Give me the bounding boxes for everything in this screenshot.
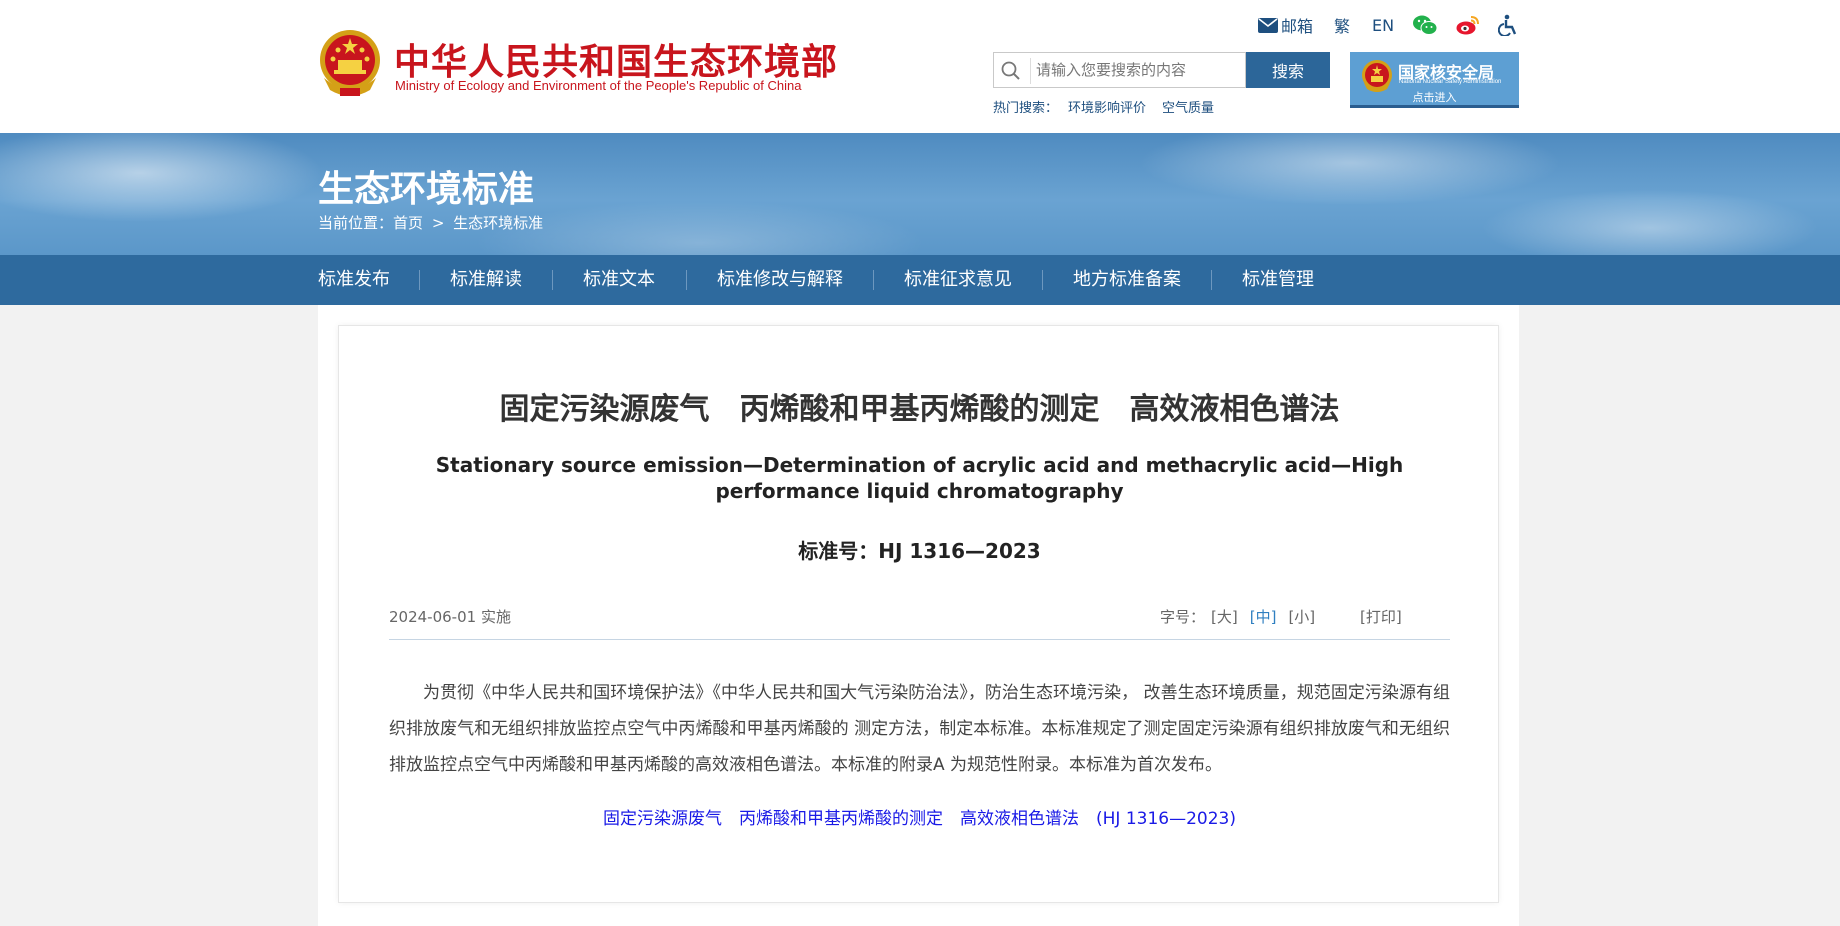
- font-size-medium-link[interactable]: [中]: [1250, 608, 1277, 626]
- nav-item-standard-management[interactable]: 标准管理: [1242, 255, 1314, 305]
- nav-separator: [552, 270, 553, 290]
- nnsa-emblem-icon: [1362, 60, 1392, 92]
- nav-item-standard-text[interactable]: 标准文本: [583, 255, 655, 305]
- breadcrumb-prefix: 当前位置：: [318, 214, 394, 232]
- nav-item-local-standard-filing[interactable]: 地方标准备案: [1073, 255, 1181, 305]
- attachment-link[interactable]: 固定污染源废气 丙烯酸和甲基丙烯酸的测定 高效液相色谱法 (HJ 1316—20…: [339, 804, 1500, 829]
- nav-item-standard-release[interactable]: 标准发布: [318, 255, 390, 305]
- article-card: 固定污染源废气 丙烯酸和甲基丙烯酸的测定 高效液相色谱法 Stationary …: [338, 325, 1499, 903]
- section-title: 生态环境标准: [318, 169, 535, 210]
- hot-searches: 热门搜索： 环境影响评价 空气质量: [993, 97, 1214, 116]
- article-title-cn: 固定污染源废气 丙烯酸和甲基丙烯酸的测定 高效液相色谱法: [499, 392, 1340, 427]
- font-size-large-link[interactable]: [大]: [1211, 608, 1238, 626]
- meta-divider: [389, 639, 1450, 640]
- article-body: 为贯彻《中华人民共和国环境保护法》《中华人民共和国大气污染防治法》，防治生态环境…: [389, 683, 1450, 775]
- nnsa-enter-label: 点击进入: [1412, 91, 1457, 104]
- nav-item-standard-amendment[interactable]: 标准修改与解释: [717, 255, 843, 305]
- search-icon: [1001, 61, 1020, 80]
- hot-search-label: 热门搜索：: [993, 101, 1059, 116]
- national-emblem-icon[interactable]: [318, 28, 382, 98]
- mail-icon: [1258, 17, 1278, 33]
- site-header: 中华人民共和国生态环境部 Ministry of Ecology and Env…: [0, 0, 1840, 133]
- print-link[interactable]: [打印]: [1360, 606, 1402, 627]
- weibo-icon[interactable]: [1456, 14, 1480, 36]
- nnsa-name-en: National Nuclear Safety Administration: [1399, 79, 1502, 85]
- search-input[interactable]: [1036, 55, 1241, 85]
- mailbox-label: 邮箱: [1281, 17, 1314, 36]
- font-size-small-link[interactable]: [小]: [1288, 608, 1315, 626]
- nav-separator: [1211, 270, 1212, 290]
- search-button[interactable]: 搜索: [1246, 52, 1330, 88]
- font-size-label: 字号：: [1160, 608, 1206, 626]
- breadcrumb-separator: >: [431, 214, 445, 232]
- breadcrumb: 当前位置：首页 > 生态环境标准: [318, 212, 543, 233]
- main-nav: 标准发布 标准解读 标准文本 标准修改与解释 标准征求意见 地方标准备案 标准管…: [0, 255, 1840, 305]
- article-title-en: Stationary source emission—Determination…: [435, 453, 1404, 503]
- effective-date: 2024-06-01 实施: [389, 608, 511, 626]
- nav-separator: [686, 270, 687, 290]
- nav-separator: [1042, 270, 1043, 290]
- nav-item-standard-interpretation[interactable]: 标准解读: [450, 255, 522, 305]
- search-box: [993, 52, 1246, 88]
- nav-item-standard-consultation[interactable]: 标准征求意见: [904, 255, 1012, 305]
- nnsa-banner-link[interactable]: 国家核安全局 National Nuclear Safety Administr…: [1350, 52, 1519, 108]
- hot-search-link[interactable]: 环境影响评价: [1068, 101, 1146, 116]
- hot-search-link[interactable]: 空气质量: [1162, 101, 1214, 116]
- breadcrumb-current[interactable]: 生态环境标准: [453, 214, 543, 232]
- nav-separator: [873, 270, 874, 290]
- breadcrumb-home[interactable]: 首页: [393, 214, 423, 232]
- site-title-en[interactable]: Ministry of Ecology and Environment of t…: [395, 78, 801, 93]
- font-size-switcher: 字号： [大] [中] [小]: [1160, 606, 1315, 627]
- nav-separator: [419, 270, 420, 290]
- standard-number: 标准号：HJ 1316—2023: [798, 539, 1041, 563]
- wechat-icon[interactable]: [1412, 14, 1438, 36]
- search-separator: [1030, 58, 1031, 84]
- traditional-chinese-link[interactable]: 繁: [1334, 14, 1350, 36]
- mailbox-link[interactable]: 邮箱: [1258, 14, 1313, 36]
- section-banner: 生态环境标准 当前位置：首页 > 生态环境标准: [0, 133, 1840, 255]
- accessibility-icon[interactable]: [1498, 14, 1518, 36]
- english-link[interactable]: EN: [1372, 14, 1394, 36]
